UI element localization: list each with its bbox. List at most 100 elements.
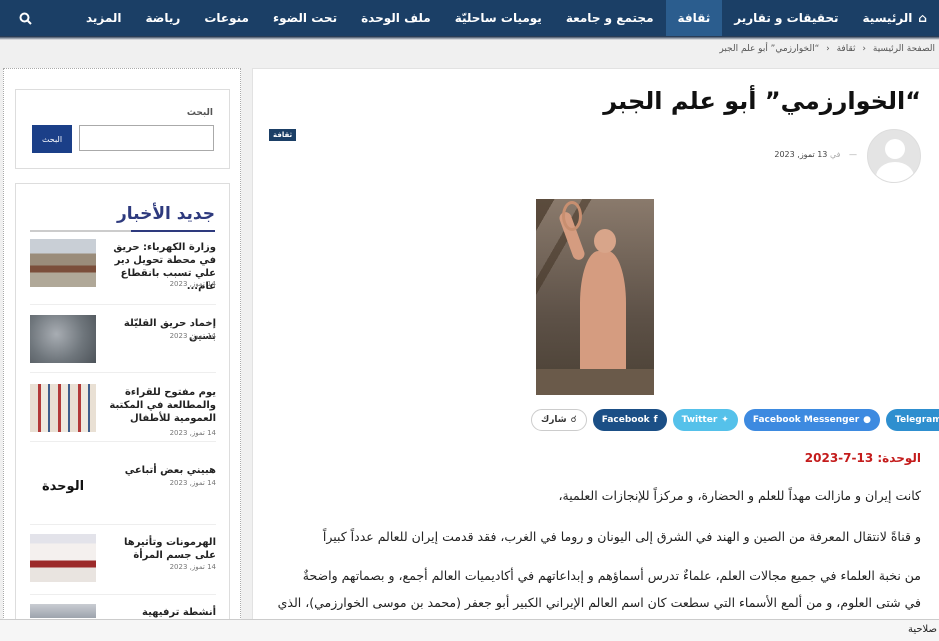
house-icon: ⌂ [918,11,927,25]
latest-news-widget: جديد الأخبار وزارة الكهرباء: حريق في محط… [15,183,230,641]
article-title: “الخوارزمي” أبو علم الجبر [603,87,921,115]
nav-item-misc[interactable]: منوعات [192,0,261,36]
image-base [536,369,654,395]
news-item[interactable]: الهرمونات وتأثيرها على جسم المرأة 14 تمو… [30,534,216,584]
telegram-share-button[interactable]: ➤ Telegram [886,409,939,431]
breadcrumb-separator: ‹ [826,44,830,54]
news-date: 14 تموز, 2023 [169,332,216,340]
search-label: البحث [186,108,213,118]
nav-item-label: يوميات ساحليّة [454,11,542,25]
nav-item-reports[interactable]: تحقيقات و تقارير [722,0,850,36]
news-separator [30,441,216,442]
meta-date: 13 تموز, 2023 [774,150,828,159]
sidebar: البحث البحث جديد الأخبار وزارة الكهرباء:… [3,68,241,641]
news-date: 14 تموز, 2023 [169,563,216,571]
news-title[interactable]: هبيني بعض أتباعي [106,464,216,477]
avatar[interactable] [867,129,921,183]
news-separator [30,594,216,595]
nav-item-label: تحقيقات و تقارير [734,11,839,25]
article-paragraph: كانت إيران و مازالت مهداً للعلم و الحضار… [558,488,921,503]
nav-item-society[interactable]: مجتمع و جامعة [554,0,666,36]
breadcrumb-separator: ‹ [862,44,867,54]
nav-item-spotlight[interactable]: تحت الضوء [261,0,349,36]
bottom-notice-bar: صلاحية [0,619,939,641]
nav-item-sports[interactable]: رياضة [134,0,193,36]
share-icon: ☌ [570,415,577,425]
search-widget: البحث البحث [15,89,230,169]
avatar-body [876,162,914,182]
nav-item-label: ثقافة [677,11,711,25]
nav-item-more[interactable]: المزيد [74,0,134,36]
search-icon[interactable] [10,0,40,36]
share-button[interactable]: ☌ شارك [531,409,587,431]
article-meta: — في 13 تموز, 2023 [774,150,857,159]
article-paragraph: في شتى العلوم، و من ألمع الأسماء التي سط… [277,595,921,610]
category-badge[interactable]: ثقافة [269,129,297,141]
meta-prefix: في [829,150,841,159]
article-paragraph: و قناةً لانتقال المعرفة من الصين و الهند… [322,529,921,544]
article-paragraph: من نخبة العلماء في جميع مجالات العلم، عل… [302,568,921,583]
nav-item-label: الرئيسية [862,11,913,25]
share-row: ➤ Telegram ● Facebook Messenger ✦ Twitte… [531,409,939,431]
search-input[interactable] [79,125,214,151]
breadcrumb: الصفحة الرئيسية ‹ ثقافة ‹ “الخوارزمي” أب… [717,44,937,54]
meta-dash: — [849,150,857,159]
nav-item-label: منوعات [204,11,249,25]
facebook-share-button[interactable]: f Facebook [592,409,667,431]
main-navigation: ⌂ الرئيسية تحقيقات و تقارير ثقافة مجتمع … [0,0,939,36]
news-date: 14 تموز, 2023 [169,479,216,487]
breadcrumb-category[interactable]: ثقافة [837,44,856,54]
share-label: Facebook Messenger [752,415,860,425]
nav-item-coastal-diaries[interactable]: يوميات ساحليّة [443,0,554,36]
news-item[interactable]: وزارة الكهرباء: حريق في محطة تحويل دير ع… [30,239,216,299]
nav-item-label: مجتمع و جامعة [565,11,654,25]
nav-item-culture[interactable]: ثقافة [665,0,723,36]
bottom-notice-text: صلاحية [907,624,937,635]
messenger-icon: ● [863,415,872,425]
news-title[interactable]: يوم مفتوح للقراءة والمطالعة في المكتبة ا… [106,386,216,425]
nav-item-label: رياضة [145,11,181,25]
news-thumbnail[interactable] [30,315,96,363]
news-separator [30,524,216,525]
wahda-logo: الوحدة [41,478,85,494]
image-astrolabe [562,201,582,231]
article-image [536,199,654,395]
news-title[interactable]: الهرمونات وتأثيرها على جسم المرأة [106,536,216,562]
news-item[interactable]: الوحدة هبيني بعض أتباعي 14 تموز, 2023 [30,462,216,512]
image-figure-head [594,229,616,253]
news-widget-title: جديد الأخبار [116,204,215,224]
news-thumbnail[interactable]: الوحدة [30,462,96,510]
share-label: Twitter [681,415,718,425]
search-button[interactable]: البحث [32,125,72,153]
news-item[interactable]: يوم مفتوح للقراءة والمطالعة في المكتبة ا… [30,384,216,437]
news-item[interactable]: إخماد حريق القليّلة بسين 14 تموز, 2023 [30,315,216,365]
nav-item-home[interactable]: ⌂ الرئيسية [851,0,939,36]
nav-item-label: ملف الوحدة [361,11,431,25]
messenger-share-button[interactable]: ● Facebook Messenger [743,409,881,431]
article-card: “الخوارزمي” أبو علم الجبر ثقافة — في 13 … [252,68,939,641]
news-date: 14 تموز, 2023 [169,280,216,288]
news-title-underline [30,230,215,232]
facebook-icon: f [653,415,658,425]
article-date-line: الوحدة: 13-7-2023 [804,451,921,465]
nav-item-label: المزيد [85,11,122,25]
avatar-head [885,139,905,159]
twitter-icon: ✦ [721,415,729,425]
news-thumbnail[interactable] [30,534,96,582]
breadcrumb-home[interactable]: الصفحة الرئيسية [873,44,935,54]
share-label: شارك [541,415,567,425]
news-separator [30,304,216,305]
share-label: Telegram [895,415,939,425]
nav-item-wahda-file[interactable]: ملف الوحدة [349,0,443,36]
twitter-share-button[interactable]: ✦ Twitter [672,409,738,431]
nav-shadow [0,36,939,40]
news-thumbnail[interactable] [30,604,96,618]
news-date: 14 تموز, 2023 [169,429,216,437]
news-thumbnail[interactable] [30,384,96,432]
news-separator [30,372,216,373]
news-thumbnail[interactable] [30,239,96,287]
breadcrumb-current: “الخوارزمي” أبو علم الجبر [719,44,820,54]
nav-item-label: تحت الضوء [272,11,338,25]
image-figure-body [580,251,626,381]
share-label: Facebook [601,415,650,425]
